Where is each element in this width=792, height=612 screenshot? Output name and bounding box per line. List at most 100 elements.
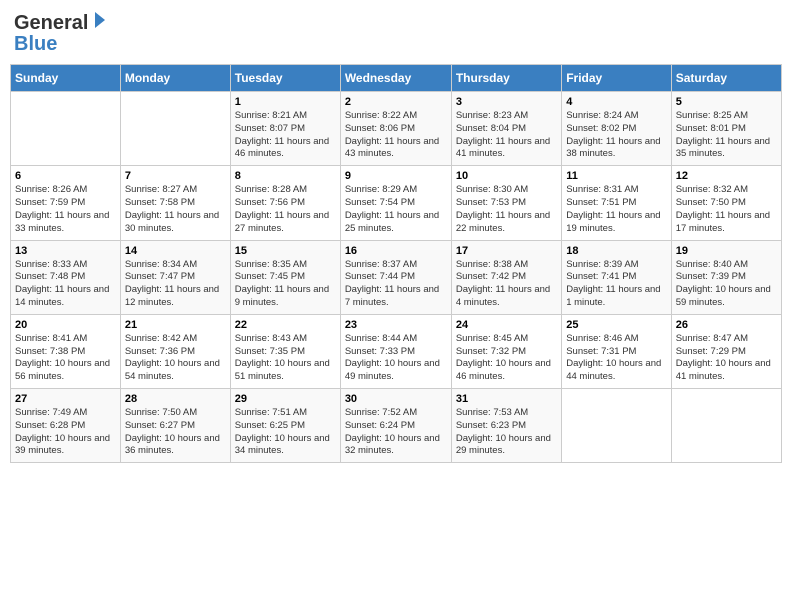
calendar-cell: 18 Sunrise: 8:39 AM Sunset: 7:41 PM Dayli… [562, 240, 671, 314]
calendar-cell: 21 Sunrise: 8:42 AM Sunset: 7:36 PM Dayli… [120, 314, 230, 388]
weekday-header-sunday: Sunday [11, 65, 121, 92]
day-info: Sunrise: 8:25 AM Sunset: 8:01 PM Dayligh… [676, 110, 777, 161]
day-number: 18 [566, 245, 666, 257]
calendar-cell: 19Sunrise: 8:40 AM Sunset: 7:39 PM Dayli… [671, 240, 781, 314]
calendar-cell: 14 Sunrise: 8:34 AM Sunset: 7:47 PM Dayli… [120, 240, 230, 314]
calendar-cell: 23 Sunrise: 8:44 AM Sunset: 7:33 PM Dayli… [340, 314, 451, 388]
logo-general: General [14, 12, 88, 35]
day-number: 11 [566, 170, 666, 182]
day-number: 23 [345, 319, 447, 331]
calendar-cell: 31Sunrise: 7:53 AM Sunset: 6:23 PM Dayli… [451, 389, 561, 463]
calendar-cell: 3Sunrise: 8:23 AM Sunset: 8:04 PM Daylig… [451, 92, 561, 166]
day-info: Sunrise: 7:52 AM Sunset: 6:24 PM Dayligh… [345, 407, 447, 458]
calendar-cell: 27 Sunrise: 7:49 AM Sunset: 6:28 PM Dayli… [11, 389, 121, 463]
weekday-header-row: SundayMondayTuesdayWednesdayThursdayFrid… [11, 65, 782, 92]
day-info: Sunrise: 8:42 AM Sunset: 7:36 PM Dayligh… [125, 333, 226, 384]
day-number: 12 [676, 170, 777, 182]
calendar-cell: 7Sunrise: 8:27 AM Sunset: 7:58 PM Daylig… [120, 166, 230, 240]
calendar-table: SundayMondayTuesdayWednesdayThursdayFrid… [10, 64, 782, 463]
day-number: 5 [676, 96, 777, 108]
day-number: 17 [456, 245, 557, 257]
day-info: Sunrise: 8:46 AM Sunset: 7:31 PM Dayligh… [566, 333, 666, 384]
calendar-cell: 10 Sunrise: 8:30 AM Sunset: 7:53 PM Dayli… [451, 166, 561, 240]
calendar-cell [120, 92, 230, 166]
calendar-cell: 8 Sunrise: 8:28 AM Sunset: 7:56 PM Daylig… [230, 166, 340, 240]
day-number: 1 [235, 96, 336, 108]
day-info: Sunrise: 8:24 AM Sunset: 8:02 PM Dayligh… [566, 110, 666, 161]
day-number: 2 [345, 96, 447, 108]
day-info: Sunrise: 8:47 AM Sunset: 7:29 PM Dayligh… [676, 333, 777, 384]
day-info: Sunrise: 8:45 AM Sunset: 7:32 PM Dayligh… [456, 333, 557, 384]
weekday-header-friday: Friday [562, 65, 671, 92]
calendar-cell: 6 Sunrise: 8:26 AM Sunset: 7:59 PM Daylig… [11, 166, 121, 240]
day-info: Sunrise: 8:35 AM Sunset: 7:45 PM Dayligh… [235, 259, 336, 310]
day-info: Sunrise: 8:29 AM Sunset: 7:54 PM Dayligh… [345, 184, 447, 235]
day-info: Sunrise: 8:37 AM Sunset: 7:44 PM Dayligh… [345, 259, 447, 310]
weekday-header-thursday: Thursday [451, 65, 561, 92]
day-number: 30 [345, 393, 447, 405]
calendar-cell: 30 Sunrise: 7:52 AM Sunset: 6:24 PM Dayli… [340, 389, 451, 463]
day-number: 4 [566, 96, 666, 108]
calendar-cell: 4 Sunrise: 8:24 AM Sunset: 8:02 PM Daylig… [562, 92, 671, 166]
week-row-3: 13Sunrise: 8:33 AM Sunset: 7:48 PM Dayli… [11, 240, 782, 314]
day-info: Sunrise: 7:50 AM Sunset: 6:27 PM Dayligh… [125, 407, 226, 458]
day-info: Sunrise: 8:22 AM Sunset: 8:06 PM Dayligh… [345, 110, 447, 161]
day-number: 29 [235, 393, 336, 405]
week-row-4: 20Sunrise: 8:41 AM Sunset: 7:38 PM Dayli… [11, 314, 782, 388]
day-info: Sunrise: 8:39 AM Sunset: 7:41 PM Dayligh… [566, 259, 666, 310]
day-info: Sunrise: 8:26 AM Sunset: 7:59 PM Dayligh… [15, 184, 116, 235]
day-info: Sunrise: 8:33 AM Sunset: 7:48 PM Dayligh… [15, 259, 116, 310]
day-info: Sunrise: 8:44 AM Sunset: 7:33 PM Dayligh… [345, 333, 447, 384]
calendar-cell: 26 Sunrise: 8:47 AM Sunset: 7:29 PM Dayli… [671, 314, 781, 388]
weekday-header-tuesday: Tuesday [230, 65, 340, 92]
calendar-cell: 22Sunrise: 8:43 AM Sunset: 7:35 PM Dayli… [230, 314, 340, 388]
day-number: 21 [125, 319, 226, 331]
day-number: 24 [456, 319, 557, 331]
calendar-cell: 12Sunrise: 8:32 AM Sunset: 7:50 PM Dayli… [671, 166, 781, 240]
calendar-cell: 28 Sunrise: 7:50 AM Sunset: 6:27 PM Dayli… [120, 389, 230, 463]
calendar-cell: 24 Sunrise: 8:45 AM Sunset: 7:32 PM Dayli… [451, 314, 561, 388]
calendar-cell: 11 Sunrise: 8:31 AM Sunset: 7:51 PM Dayli… [562, 166, 671, 240]
day-info: Sunrise: 7:49 AM Sunset: 6:28 PM Dayligh… [15, 407, 116, 458]
day-number: 28 [125, 393, 226, 405]
day-number: 10 [456, 170, 557, 182]
day-info: Sunrise: 7:53 AM Sunset: 6:23 PM Dayligh… [456, 407, 557, 458]
day-info: Sunrise: 8:31 AM Sunset: 7:51 PM Dayligh… [566, 184, 666, 235]
day-info: Sunrise: 7:51 AM Sunset: 6:25 PM Dayligh… [235, 407, 336, 458]
calendar-cell [562, 389, 671, 463]
calendar-cell [671, 389, 781, 463]
day-info: Sunrise: 8:21 AM Sunset: 8:07 PM Dayligh… [235, 110, 336, 161]
day-info: Sunrise: 8:34 AM Sunset: 7:47 PM Dayligh… [125, 259, 226, 310]
day-number: 3 [456, 96, 557, 108]
day-number: 9 [345, 170, 447, 182]
week-row-1: 1 Sunrise: 8:21 AM Sunset: 8:07 PM Daylig… [11, 92, 782, 166]
day-number: 6 [15, 170, 116, 182]
day-info: Sunrise: 8:38 AM Sunset: 7:42 PM Dayligh… [456, 259, 557, 310]
day-number: 15 [235, 245, 336, 257]
day-number: 26 [676, 319, 777, 331]
day-number: 27 [15, 393, 116, 405]
weekday-header-wednesday: Wednesday [340, 65, 451, 92]
calendar-cell: 2 Sunrise: 8:22 AM Sunset: 8:06 PM Daylig… [340, 92, 451, 166]
day-number: 25 [566, 319, 666, 331]
calendar-cell [11, 92, 121, 166]
calendar-cell: 20Sunrise: 8:41 AM Sunset: 7:38 PM Dayli… [11, 314, 121, 388]
weekday-header-saturday: Saturday [671, 65, 781, 92]
page-header: General Blue [10, 10, 782, 56]
week-row-2: 6 Sunrise: 8:26 AM Sunset: 7:59 PM Daylig… [11, 166, 782, 240]
day-number: 7 [125, 170, 226, 182]
day-info: Sunrise: 8:30 AM Sunset: 7:53 PM Dayligh… [456, 184, 557, 235]
day-number: 8 [235, 170, 336, 182]
calendar-cell: 5 Sunrise: 8:25 AM Sunset: 8:01 PM Daylig… [671, 92, 781, 166]
calendar-cell: 15 Sunrise: 8:35 AM Sunset: 7:45 PM Dayli… [230, 240, 340, 314]
day-info: Sunrise: 8:40 AM Sunset: 7:39 PM Dayligh… [676, 259, 777, 310]
week-row-5: 27 Sunrise: 7:49 AM Sunset: 6:28 PM Dayli… [11, 389, 782, 463]
calendar-cell: 17 Sunrise: 8:38 AM Sunset: 7:42 PM Dayli… [451, 240, 561, 314]
day-info: Sunrise: 8:28 AM Sunset: 7:56 PM Dayligh… [235, 184, 336, 235]
calendar-cell: 9 Sunrise: 8:29 AM Sunset: 7:54 PM Daylig… [340, 166, 451, 240]
logo-triangle-icon [91, 10, 107, 35]
day-info: Sunrise: 8:43 AM Sunset: 7:35 PM Dayligh… [235, 333, 336, 384]
calendar-cell: 16Sunrise: 8:37 AM Sunset: 7:44 PM Dayli… [340, 240, 451, 314]
day-number: 14 [125, 245, 226, 257]
calendar-cell: 13Sunrise: 8:33 AM Sunset: 7:48 PM Dayli… [11, 240, 121, 314]
